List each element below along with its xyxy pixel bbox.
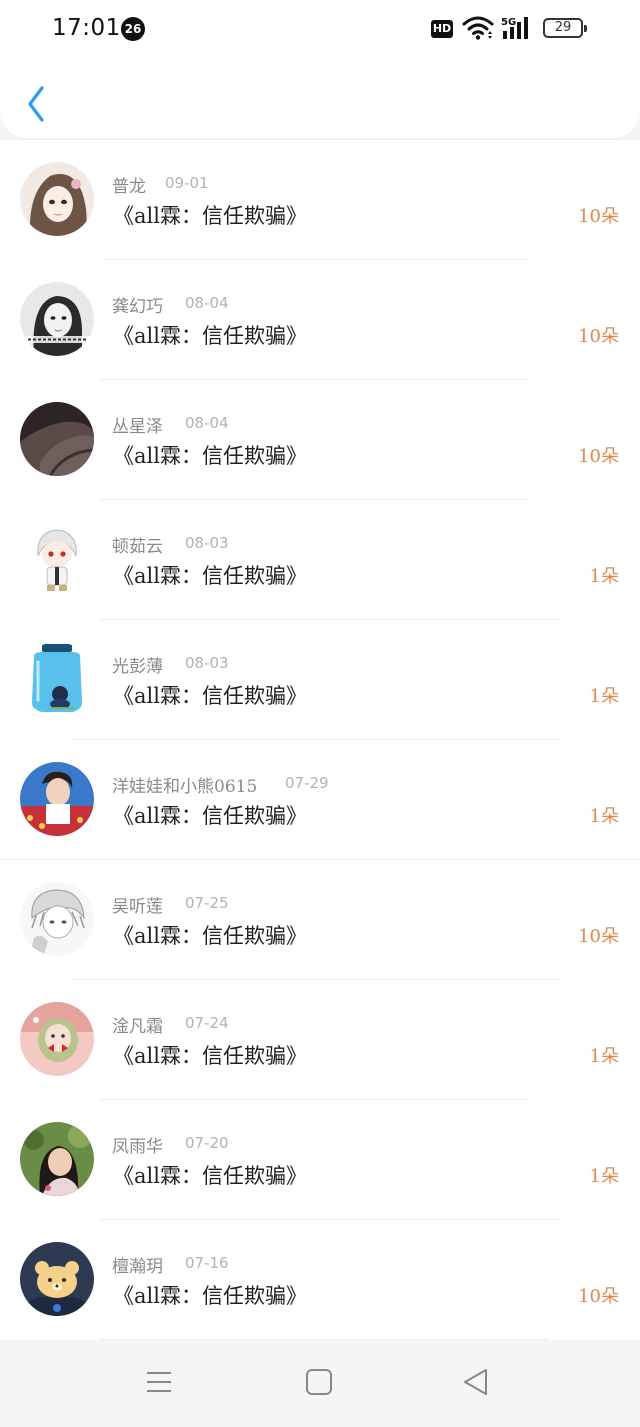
hd-icon: HD bbox=[431, 20, 453, 38]
chevron-left-icon bbox=[28, 86, 44, 122]
flower-count: 1朵 bbox=[589, 566, 619, 587]
record-date: 08-03 bbox=[185, 654, 229, 672]
notification-badge: 26 bbox=[121, 17, 145, 41]
book-title: 《all霖：信任欺骗》 bbox=[113, 1164, 307, 1188]
back-button[interactable] bbox=[18, 82, 54, 126]
flower-count: 10朵 bbox=[578, 1286, 619, 1307]
flower-count: 10朵 bbox=[578, 206, 619, 227]
battery-icon: 29 bbox=[543, 18, 587, 38]
list-item[interactable]: 丛星泽 08-04 《all霖：信任欺骗》 10朵 bbox=[0, 380, 640, 500]
list-item[interactable]: 吴听莲 07-25 《all霖：信任欺骗》 10朵 bbox=[0, 860, 640, 980]
flower-count: 1朵 bbox=[589, 686, 619, 707]
list-item[interactable]: 檀瀚玥 07-16 《all霖：信任欺骗》 10朵 bbox=[0, 1220, 640, 1340]
record-date: 07-24 bbox=[185, 1014, 229, 1032]
status-time: 17:01 bbox=[52, 15, 121, 41]
book-title: 《all霖：信任欺骗》 bbox=[113, 924, 307, 948]
user-name[interactable]: 洋娃娃和小熊0615 bbox=[112, 772, 257, 797]
list-item[interactable]: 洋娃娃和小熊0615 07-29 《all霖：信任欺骗》 1朵 bbox=[0, 740, 640, 860]
record-date: 09-01 bbox=[165, 174, 209, 192]
avatar[interactable] bbox=[20, 282, 94, 356]
book-title: 《all霖：信任欺骗》 bbox=[113, 204, 307, 228]
gift-record-list: 普龙 09-01 《all霖：信任欺骗》 10朵 龚幻巧 08-04 《all霖：信任欺骗》… bbox=[0, 140, 640, 1340]
avatar[interactable] bbox=[20, 1002, 94, 1076]
book-title: 《all霖：信任欺骗》 bbox=[113, 684, 307, 708]
home-square-icon[interactable] bbox=[305, 1368, 333, 1400]
book-title: 《all霖：信任欺骗》 bbox=[113, 1284, 307, 1308]
system-navigation-bar bbox=[0, 1340, 640, 1427]
user-name[interactable]: 普龙 bbox=[112, 172, 146, 197]
flower-count: 1朵 bbox=[589, 1166, 619, 1187]
record-date: 08-04 bbox=[185, 294, 229, 312]
book-title: 《all霖：信任欺骗》 bbox=[113, 324, 307, 348]
user-name[interactable]: 淦凡霜 bbox=[112, 1012, 163, 1037]
record-date: 07-25 bbox=[185, 894, 229, 912]
back-triangle-icon[interactable] bbox=[462, 1368, 490, 1400]
record-date: 08-03 bbox=[185, 534, 229, 552]
avatar[interactable] bbox=[20, 642, 94, 716]
list-item[interactable]: 淦凡霜 07-24 《all霖：信任欺骗》 1朵 bbox=[0, 980, 640, 1100]
avatar[interactable] bbox=[20, 882, 94, 956]
avatar[interactable] bbox=[20, 762, 94, 836]
user-name[interactable]: 顿茹云 bbox=[112, 532, 163, 557]
app-header: 17:01 26 HD 5G 29 bbox=[0, 0, 640, 138]
book-title: 《all霖：信任欺骗》 bbox=[113, 444, 307, 468]
record-date: 07-29 bbox=[285, 774, 329, 792]
flower-count: 10朵 bbox=[578, 446, 619, 467]
status-bar: 17:01 26 HD 5G 29 bbox=[0, 0, 640, 58]
user-name[interactable]: 凤雨华 bbox=[112, 1132, 163, 1157]
book-title: 《all霖：信任欺骗》 bbox=[113, 564, 307, 588]
wifi-icon bbox=[462, 15, 494, 45]
cellular-signal-icon: 5G bbox=[501, 15, 535, 45]
user-name[interactable]: 丛星泽 bbox=[112, 412, 163, 437]
list-item[interactable]: 普龙 09-01 《all霖：信任欺骗》 10朵 bbox=[0, 140, 640, 260]
svg-text:5G: 5G bbox=[501, 17, 516, 28]
user-name[interactable]: 光彭薄 bbox=[112, 652, 163, 677]
book-title: 《all霖：信任欺骗》 bbox=[113, 1044, 307, 1068]
flower-count: 1朵 bbox=[589, 1046, 619, 1067]
flower-count: 1朵 bbox=[589, 806, 619, 827]
record-date: 07-16 bbox=[185, 1254, 229, 1272]
avatar[interactable] bbox=[20, 1122, 94, 1196]
list-item[interactable]: 凤雨华 07-20 《all霖：信任欺骗》 1朵 bbox=[0, 1100, 640, 1220]
avatar[interactable] bbox=[20, 1242, 94, 1316]
user-name[interactable]: 檀瀚玥 bbox=[112, 1252, 163, 1277]
menu-icon[interactable] bbox=[145, 1368, 173, 1400]
record-date: 08-04 bbox=[185, 414, 229, 432]
user-name[interactable]: 吴听莲 bbox=[112, 892, 163, 917]
avatar[interactable] bbox=[20, 402, 94, 476]
list-item[interactable]: 龚幻巧 08-04 《all霖：信任欺骗》 10朵 bbox=[0, 260, 640, 380]
record-date: 07-20 bbox=[185, 1134, 229, 1152]
avatar[interactable] bbox=[20, 162, 94, 236]
list-item[interactable]: 顿茹云 08-03 《all霖：信任欺骗》 1朵 bbox=[0, 500, 640, 620]
flower-count: 10朵 bbox=[578, 326, 619, 347]
battery-level: 29 bbox=[554, 20, 572, 35]
list-item[interactable]: 光彭薄 08-03 《all霖：信任欺骗》 1朵 bbox=[0, 620, 640, 740]
flower-count: 10朵 bbox=[578, 926, 619, 947]
user-name[interactable]: 龚幻巧 bbox=[112, 292, 163, 317]
book-title: 《all霖：信任欺骗》 bbox=[113, 804, 307, 828]
avatar[interactable] bbox=[20, 522, 94, 596]
